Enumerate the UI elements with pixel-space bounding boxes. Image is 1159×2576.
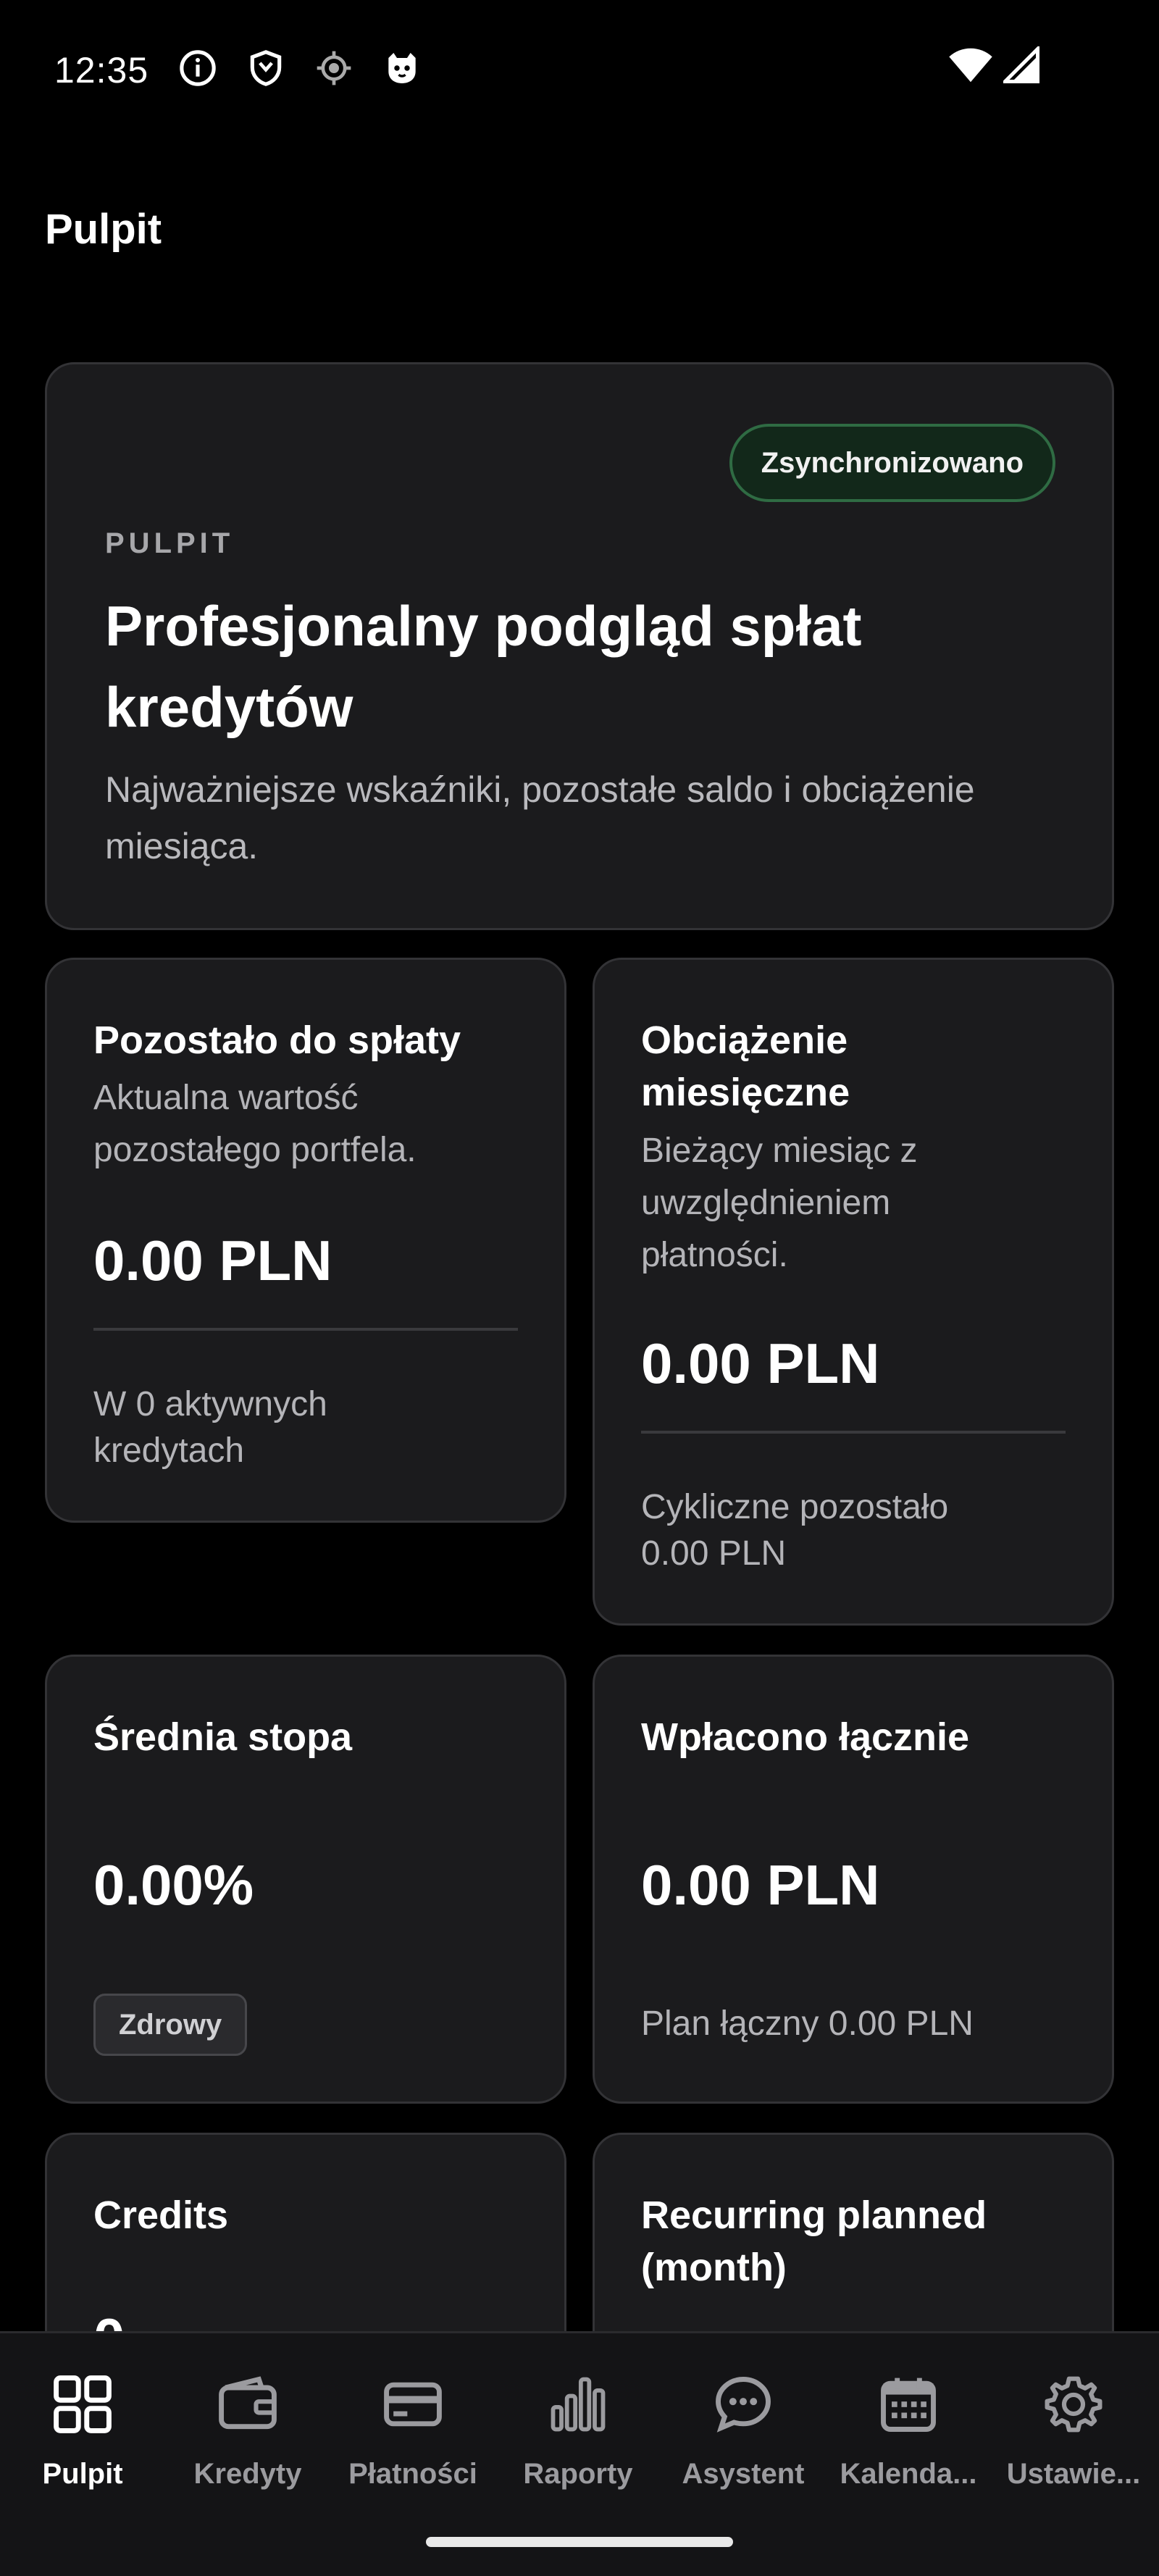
card-title: Recurring planned (month) bbox=[641, 2194, 987, 2289]
dashboard-screen: 12:35 Pulpit Zsynchronizowano PULPIT Pro… bbox=[0, 0, 1159, 2576]
card-subtitle: Bieżący miesiąc z uwzględnieniem płatnoś… bbox=[641, 1132, 918, 1274]
card-value: 0.00% bbox=[93, 1853, 254, 1917]
nav-item-platnosci[interactable]: Płatności bbox=[330, 2370, 495, 2514]
cell-signal-icon bbox=[1003, 46, 1039, 83]
shield-icon bbox=[250, 50, 282, 86]
paid-total-card[interactable]: Wpłacono łącznie 0.00 PLN Plan łączny 0.… bbox=[593, 1655, 1114, 2104]
hero-description: Najważniejsze wskaźniki, pozostałe saldo… bbox=[105, 769, 975, 866]
nav-item-ustawienia[interactable]: Ustawie... bbox=[991, 2370, 1156, 2514]
card-divider bbox=[93, 1328, 518, 1331]
card-footer: Cykliczne pozostało 0.00 PLN bbox=[641, 1488, 949, 1573]
nav-item-asystent[interactable]: Asystent bbox=[661, 2370, 826, 2514]
card-footer: W 0 aktywnych kredytach bbox=[93, 1385, 327, 1470]
card-subtitle: Aktualna wartość pozostałego portfela. bbox=[93, 1079, 417, 1169]
gear-icon bbox=[1045, 2376, 1102, 2433]
page-title: Pulpit bbox=[45, 206, 162, 253]
health-status-chip: Zdrowy bbox=[93, 1994, 248, 2056]
nav-label: Asystent bbox=[682, 2458, 805, 2490]
card-title: Pozostało do spłaty bbox=[93, 1019, 461, 1062]
wifi-icon bbox=[949, 48, 992, 83]
nav-label: Raporty bbox=[523, 2458, 633, 2490]
home-indicator-bar[interactable] bbox=[426, 2537, 733, 2547]
hero-card: Zsynchronizowano PULPIT Profesjonalny po… bbox=[45, 362, 1114, 930]
card-title: Średnia stopa bbox=[93, 1715, 353, 1759]
status-icons-right bbox=[948, 46, 1039, 84]
nav-item-kredyty[interactable]: Kredyty bbox=[165, 2370, 330, 2514]
nav-label: Ustawie... bbox=[1006, 2458, 1141, 2490]
monthly-load-card[interactable]: Obciążenie miesięczne Bieżący miesiąc z … bbox=[593, 958, 1114, 1626]
card-title: Wpłacono łącznie bbox=[641, 1715, 970, 1759]
nav-label: Kredyty bbox=[193, 2458, 302, 2490]
card-icon bbox=[384, 2382, 442, 2427]
hero-overline: PULPIT bbox=[105, 527, 235, 559]
cat-face-icon bbox=[388, 53, 416, 83]
card-footer: Plan łączny 0.00 PLN bbox=[641, 2004, 974, 2043]
bar-chart-icon bbox=[551, 2377, 606, 2432]
grid-icon bbox=[54, 2375, 112, 2433]
card-title: Obciążenie miesięczne bbox=[641, 1019, 850, 1114]
status-icons-left bbox=[177, 48, 422, 88]
remaining-balance-card[interactable]: Pozostało do spłaty Aktualna wartość poz… bbox=[45, 958, 566, 1523]
card-value: 0.00 PLN bbox=[641, 1853, 880, 1917]
nav-item-kalendarz[interactable]: Kalenda... bbox=[826, 2370, 991, 2514]
calendar-icon bbox=[881, 2378, 936, 2432]
card-value: 0.00 PLN bbox=[93, 1229, 332, 1292]
hero-title: Profesjonalny podgląd spłat kredytów bbox=[105, 594, 862, 739]
nav-label: Kalenda... bbox=[840, 2458, 977, 2490]
card-value: 0.00 PLN bbox=[641, 1331, 880, 1395]
nav-label: Płatności bbox=[348, 2458, 477, 2490]
card-divider bbox=[641, 1431, 1066, 1434]
status-bar: 12:35 bbox=[0, 0, 1159, 138]
location-icon bbox=[317, 51, 351, 85]
status-time: 12:35 bbox=[54, 50, 149, 91]
sync-status-badge: Zsynchronizowano bbox=[729, 424, 1055, 502]
average-rate-card[interactable]: Średnia stopa 0.00% Zdrowy bbox=[45, 1655, 566, 2104]
nav-label: Pulpit bbox=[42, 2458, 123, 2490]
info-icon bbox=[180, 50, 216, 86]
card-title: Credits bbox=[93, 2194, 229, 2237]
wallet-icon bbox=[219, 2376, 277, 2430]
nav-item-raporty[interactable]: Raporty bbox=[495, 2370, 661, 2514]
nav-item-pulpit[interactable]: Pulpit bbox=[0, 2370, 165, 2514]
chat-icon bbox=[716, 2377, 771, 2433]
